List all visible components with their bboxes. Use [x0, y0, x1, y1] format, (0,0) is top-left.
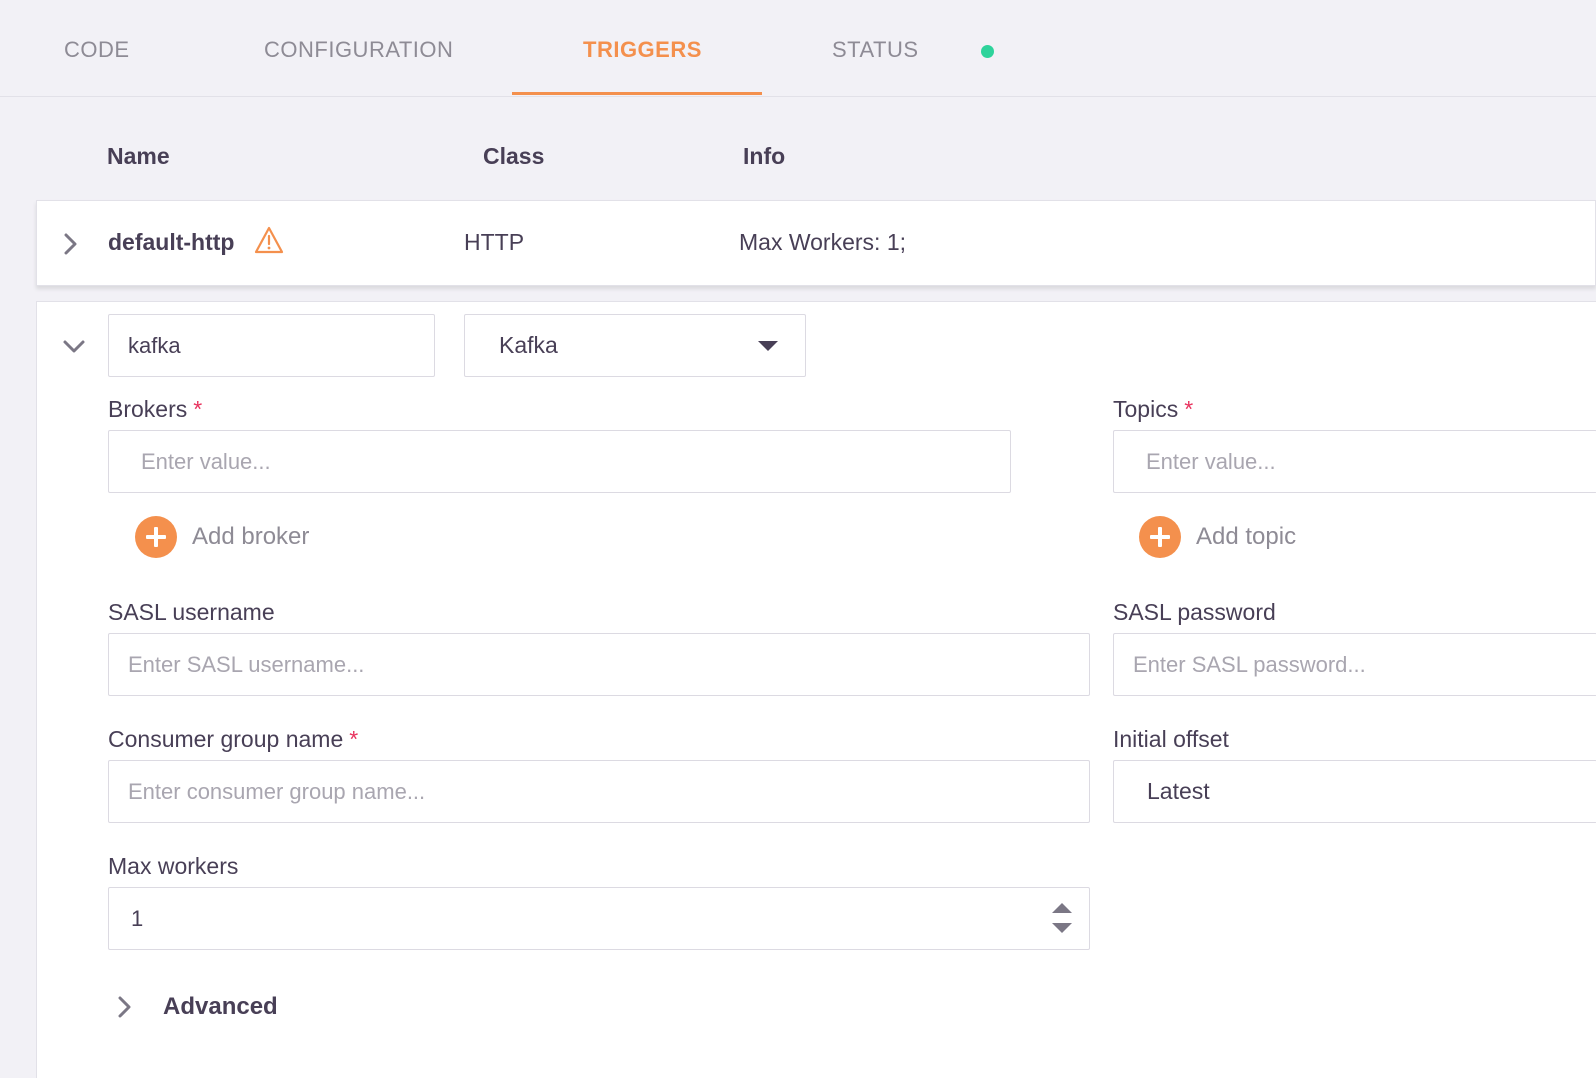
topics-input[interactable]: [1113, 430, 1596, 493]
consumer-group-input[interactable]: [108, 760, 1090, 823]
chevron-down-icon[interactable]: [62, 339, 86, 355]
tab-code[interactable]: CODE: [64, 37, 130, 67]
plus-circle-icon: [135, 516, 177, 558]
warning-triangle-icon: [254, 226, 284, 254]
brokers-label: Brokers *: [108, 396, 203, 422]
trigger-name-input[interactable]: [108, 314, 435, 377]
trigger-class: HTTP: [464, 229, 525, 255]
plus-circle-icon: [1139, 516, 1181, 558]
max-workers-input[interactable]: [108, 887, 1090, 950]
tab-bar: CODE CONFIGURATION TRIGGERS STATUS: [0, 0, 1596, 97]
initial-offset-label: Initial offset: [1113, 726, 1229, 752]
chevron-right-icon[interactable]: [117, 995, 133, 1019]
brokers-input[interactable]: [108, 430, 1011, 493]
column-header-name: Name: [107, 143, 170, 169]
add-topic-button[interactable]: Add topic: [1139, 516, 1339, 560]
trigger-name: default-http: [108, 229, 235, 255]
add-broker-label: Add broker: [192, 523, 310, 550]
initial-offset-value: Latest: [1147, 778, 1210, 804]
tab-status[interactable]: STATUS: [832, 37, 919, 67]
consumer-group-label: Consumer group name *: [108, 726, 359, 752]
column-header-class: Class: [483, 143, 545, 169]
trigger-class-select[interactable]: Kafka: [464, 314, 806, 377]
sasl-username-input[interactable]: [108, 633, 1090, 696]
trigger-info: Max Workers: 1;: [739, 229, 906, 255]
number-stepper-icon[interactable]: [1050, 901, 1074, 937]
trigger-class-value: Kafka: [499, 332, 558, 358]
sasl-password-input[interactable]: [1113, 633, 1596, 696]
trigger-row[interactable]: default-http HTTP Max Workers: 1;: [36, 200, 1596, 286]
tab-configuration[interactable]: CONFIGURATION: [264, 37, 453, 67]
sasl-password-label: SASL password: [1113, 599, 1276, 625]
active-tab-underline: [512, 92, 762, 95]
max-workers-label: Max workers: [108, 853, 239, 879]
column-header-info: Info: [743, 143, 786, 169]
advanced-toggle[interactable]: Advanced: [163, 993, 278, 1021]
expanded-trigger-panel: Kafka Brokers* Add broker Topics* Add to…: [36, 301, 1596, 1078]
tab-triggers[interactable]: TRIGGERS: [583, 37, 702, 67]
topics-label: Topics *: [1113, 396, 1194, 422]
status-indicator-dot: [981, 45, 994, 58]
chevron-right-icon[interactable]: [63, 232, 79, 256]
caret-down-icon: [758, 341, 778, 351]
add-topic-label: Add topic: [1196, 523, 1297, 550]
initial-offset-select[interactable]: Latest: [1113, 760, 1596, 823]
sasl-username-label: SASL username: [108, 599, 275, 625]
add-broker-button[interactable]: Add broker: [135, 516, 335, 560]
